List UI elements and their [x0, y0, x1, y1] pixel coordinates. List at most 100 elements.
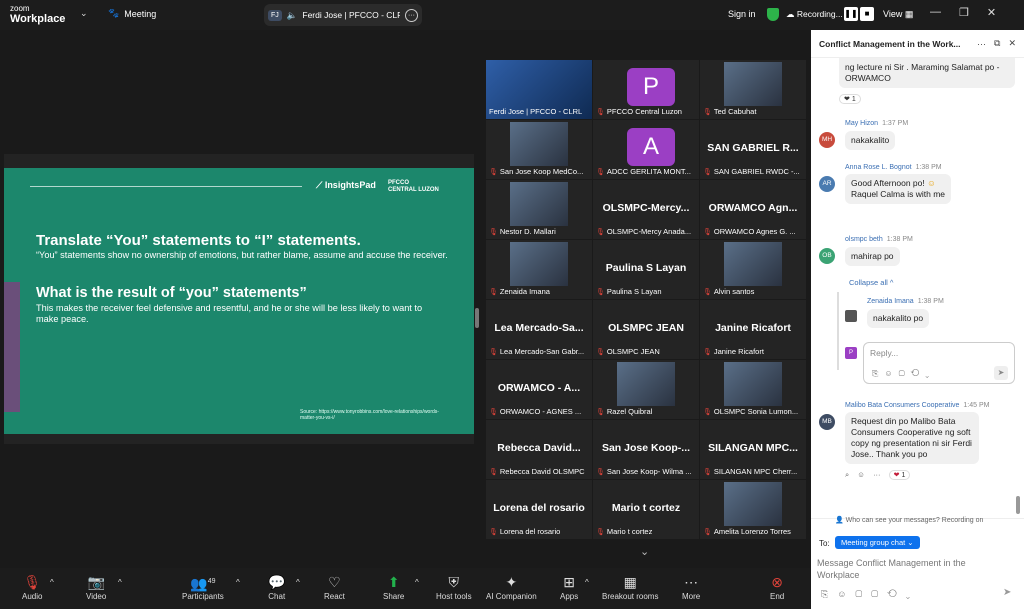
breakout-rooms-button[interactable]: ▦ Breakout rooms [602, 574, 658, 601]
send-icon[interactable]: ➤ [1003, 587, 1011, 598]
participant-tile[interactable]: 🎙 Ted Cabuhat [700, 60, 806, 119]
video-button[interactable]: 📷 Video [86, 574, 106, 601]
participant-tile[interactable]: OLSMPC-Mercy... 🎙 OLSMPC-Mercy Anada... [593, 180, 699, 239]
participant-tile[interactable]: SAN GABRIEL R... 🎙 SAN GABRIEL RWDC -... [700, 120, 806, 179]
active-speaker-pill[interactable]: FJ 🔈 Ferdi Jose | PFCCO - CLRL's s ··· [264, 4, 422, 26]
participant-name-label: 🎙 Rebecca David OLSMPC [489, 467, 589, 476]
participant-tile[interactable]: OLSMPC JEAN 🎙 OLSMPC JEAN [593, 300, 699, 359]
participant-tile[interactable]: 🎙 San Jose Koop MedCo... [486, 120, 592, 179]
apps-options-button[interactable]: ^ [585, 578, 589, 587]
reply-icon[interactable]: ⌕ [845, 470, 849, 479]
recipient-select[interactable]: Meeting group chat ⌄ [835, 536, 920, 549]
chat-scrollbar[interactable] [1016, 496, 1020, 514]
speaker-name: Ferdi Jose | PFCCO - CLRL's s [302, 10, 400, 20]
participant-tile[interactable]: Ferdi Jose | PFCCO - CLRL [486, 60, 592, 119]
more-icon[interactable]: ··· [873, 470, 881, 479]
apps-button[interactable]: ⊞ Apps [560, 574, 578, 601]
meeting-button[interactable]: 🐾 Meeting [108, 8, 156, 19]
slide-paragraph-1: “You” statements show no ownership of em… [36, 250, 448, 260]
more-button[interactable]: ⋯ More [682, 574, 700, 601]
participant-tile[interactable]: 🎙 Amelita Lorenzo Torres [700, 480, 806, 539]
participant-tile[interactable]: Rebecca David... 🎙 Rebecca David OLSMPC [486, 420, 592, 479]
share-button[interactable]: ⬆ Share [383, 574, 404, 601]
shield-icon[interactable] [767, 8, 779, 21]
more-icon[interactable]: ··· [405, 8, 418, 22]
participant-tile[interactable]: 🎙 Nestor D. Mallari [486, 180, 592, 239]
resize-handle[interactable] [475, 308, 479, 328]
emoji-icon[interactable]: ☺ [857, 470, 865, 479]
sender-name[interactable]: Zenaida Imana [867, 298, 914, 305]
end-button[interactable]: ⊗ End [770, 574, 784, 601]
participants-button[interactable]: 👥49 Participants [182, 574, 224, 601]
breakout-icon: ▦ [623, 574, 637, 590]
sender-name[interactable]: May Hizon [845, 120, 878, 127]
message-text: mahirap po [845, 247, 900, 266]
share-label: Share [383, 592, 405, 601]
minimize-icon[interactable]: — [930, 6, 941, 19]
more-icon[interactable]: ··· [977, 39, 986, 49]
sender-name[interactable]: Malibo Bata Consumers Cooperative [845, 402, 959, 409]
mic-muted-icon: 🎙 [703, 528, 712, 536]
participant-tile[interactable]: P 🎙 PFCCO Central Luzon [593, 60, 699, 119]
close-icon[interactable]: ✕ [987, 6, 996, 19]
sender-name[interactable]: Anna Rose L. Bognot [845, 164, 912, 171]
participant-tile[interactable]: San Jose Koop-... 🎙 San Jose Koop- Wilma .… [593, 420, 699, 479]
avatar[interactable]: MH [819, 132, 835, 148]
collapse-all-link[interactable]: Collapse all ^ [849, 278, 893, 287]
reply-format-icons[interactable]: ⎘☺▢⟲⌄ [872, 369, 935, 379]
participant-tile[interactable]: ORWAMCO - A... 🎙 ORWAMCO - AGNES ... [486, 360, 592, 419]
chat-button[interactable]: 💬 Chat [268, 574, 285, 601]
participant-tile[interactable]: Lea Mercado-Sa... 🎙 Lea Mercado-San Gabr..… [486, 300, 592, 359]
audio-button[interactable]: 🎙 Audio [22, 574, 42, 601]
participant-tile[interactable]: 🎙 Razel Quibral [593, 360, 699, 419]
video-options-button[interactable]: ^ [118, 578, 122, 587]
avatar[interactable]: MB [819, 414, 835, 430]
composer-format-icons[interactable]: ⎘☺▢▢⟲⌄ [821, 589, 919, 600]
view-button[interactable]: View ▦ [883, 9, 913, 20]
privacy-notice[interactable]: 👤 Who can see your messages? Recording o… [835, 516, 983, 524]
participant-tile[interactable]: Lorena del rosario 🎙 Lorena del rosario [486, 480, 592, 539]
slide-divider [30, 186, 302, 187]
avatar[interactable]: OB [819, 248, 835, 264]
participant-tile[interactable]: 🎙 Alvin santos [700, 240, 806, 299]
ai-companion-button[interactable]: ✦ AI Companion [486, 574, 537, 601]
reaction-heart[interactable]: ❤ 1 [888, 470, 911, 480]
chat-options-button[interactable]: ^ [296, 578, 300, 587]
participant-tile[interactable]: ORWAMCO Agn... 🎙 ORWAMCO Agnes G. ... [700, 180, 806, 239]
host-tools-button[interactable]: ⛨ Host tools [436, 574, 472, 601]
participant-tile[interactable]: A 🎙 ADCC GERLITA MONT... [593, 120, 699, 179]
restore-icon[interactable]: ❐ [959, 6, 969, 19]
audio-options-button[interactable]: ^ [50, 578, 54, 587]
participant-tile[interactable]: Paulina S Layan 🎙 Paulina S Layan [593, 240, 699, 299]
pop-out-icon[interactable]: ⧉ [994, 38, 1000, 49]
share-options-button[interactable]: ^ [415, 578, 419, 587]
participant-name: Lorena del rosario [499, 527, 561, 536]
stop-icon[interactable]: ■ [860, 7, 874, 21]
avatar[interactable] [845, 310, 857, 322]
message-input[interactable]: Message Conflict Management in the Workp… [817, 557, 997, 581]
sender-name[interactable]: olsmpc beth [845, 236, 883, 243]
end-label: End [770, 592, 785, 601]
participant-tile[interactable]: SILANGAN MPC... 🎙 SILANGAN MPC Cherr... [700, 420, 806, 479]
avatar[interactable]: AR [819, 176, 835, 192]
participant-video [510, 182, 568, 226]
close-icon[interactable]: ✕ [1008, 38, 1016, 49]
reaction-heart[interactable]: ❤ 1 [839, 94, 861, 104]
logo2-bottom: CENTRAL LUZON [388, 187, 439, 193]
participant-tile[interactable]: 🎙 Zenaida Imana [486, 240, 592, 299]
chevron-down-icon[interactable]: ⌄ [80, 8, 88, 19]
grid-icon: ▦ [904, 9, 914, 19]
reply-input[interactable]: Reply... ⎘☺▢⟲⌄ ➤ [863, 342, 1015, 384]
pause-icon[interactable]: ❚❚ [844, 7, 858, 21]
sign-in-button[interactable]: Sign in [728, 9, 756, 19]
react-button[interactable]: ♡ React [324, 574, 345, 601]
chevron-down-icon[interactable]: ⌄ [640, 545, 649, 558]
participant-tile[interactable]: Mario t cortez 🎙 Mario t cortez [593, 480, 699, 539]
send-icon[interactable]: ➤ [994, 366, 1008, 380]
participant-tile[interactable]: 🎙 OLSMPC Sonia Lumon... [700, 360, 806, 419]
chat-composer: 👤 Who can see your messages? Recording o… [811, 516, 1024, 609]
recording-status[interactable]: ☁ Recording... [786, 9, 843, 20]
participant-name-label: 🎙 Nestor D. Mallari [489, 227, 589, 236]
participant-tile[interactable]: Janine Ricafort 🎙 Janine Ricafort [700, 300, 806, 359]
participants-options-button[interactable]: ^ [236, 578, 240, 587]
